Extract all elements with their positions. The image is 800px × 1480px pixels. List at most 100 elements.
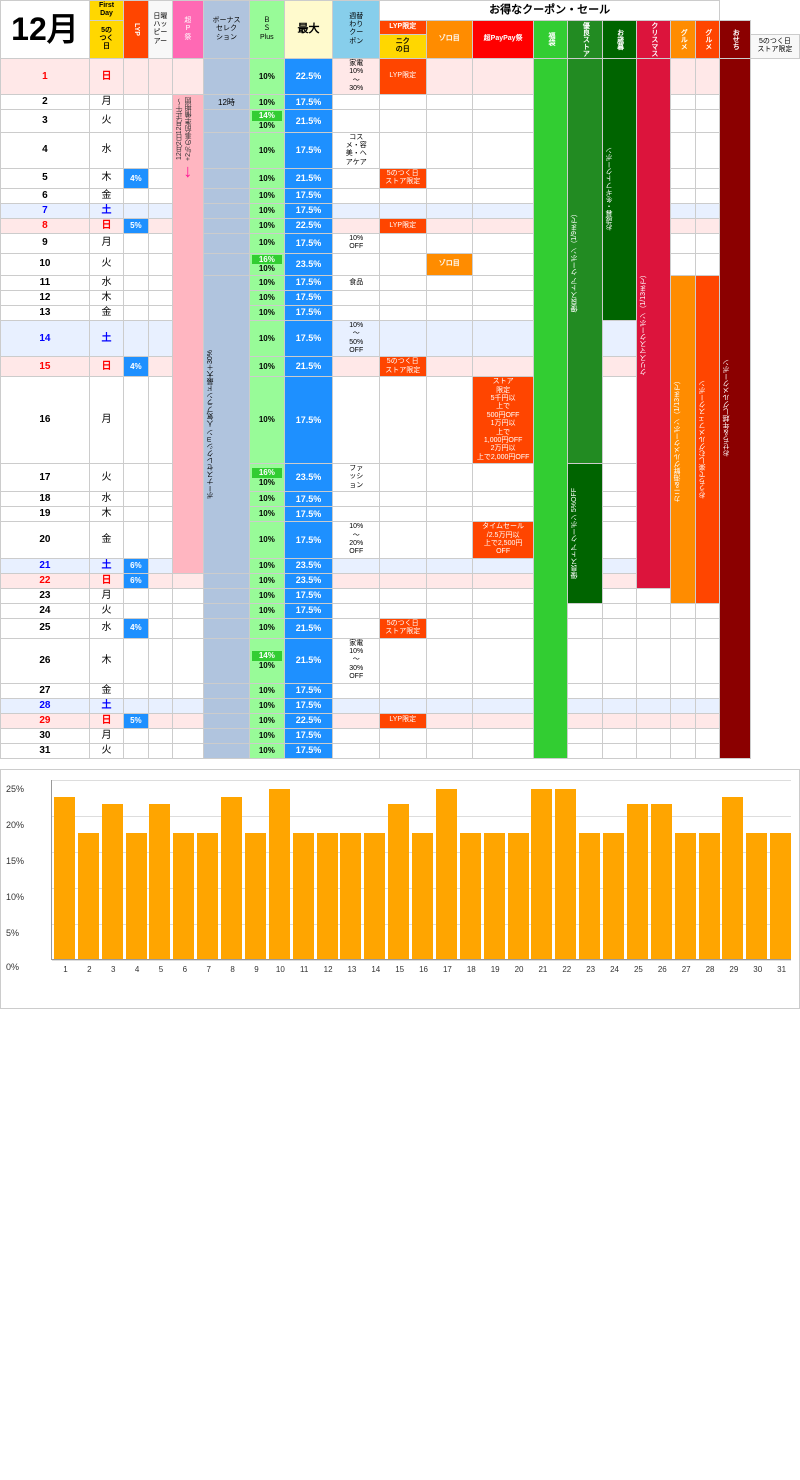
table-row: 5木4%10%21.5%5のつく日 ストア限定 <box>1 169 800 189</box>
day-cell: 19 <box>1 507 90 522</box>
zoro-cell: ゾロ目 <box>426 253 473 275</box>
lyp-cell <box>124 588 148 603</box>
zoro-cell <box>426 305 473 320</box>
youbi-cell: 火 <box>89 464 123 492</box>
christmas-cell: クリスマスクーポン（1/13まで） <box>637 58 671 588</box>
chart-bar <box>531 789 552 958</box>
day-cell: 21 <box>1 558 90 573</box>
superp-cell <box>173 713 204 728</box>
chart-x-label: 21 <box>531 965 554 974</box>
saidai-cell: 17.5% <box>284 743 333 758</box>
okurami-cell: お歳暮・冬ギフトクーポン <box>602 58 636 320</box>
bsplus-cell: 14%10% <box>250 638 284 683</box>
saidai-cell: 17.5% <box>284 698 333 713</box>
day-cell: 12 <box>1 290 90 305</box>
okurami-empty-cell <box>602 713 636 728</box>
gourmet2-empty-cell <box>695 233 719 253</box>
okurami-empty-cell <box>602 377 636 464</box>
lyp-limited-cell <box>379 95 426 110</box>
zoro-cell <box>426 522 473 559</box>
table-row: 30月10%17.5% <box>1 728 800 743</box>
lyp-limited-cell <box>379 305 426 320</box>
lyp-cell: 6% <box>124 558 148 573</box>
weekly-cell <box>333 290 380 305</box>
okurami-empty-cell <box>602 728 636 743</box>
chart-x-label: 12 <box>317 965 340 974</box>
calendar-body: 1日10%22.5%家電 10% 〜 30%LYP限定優良ストア クーポン（1/… <box>1 58 800 758</box>
lyp-limited-cell <box>379 253 426 275</box>
lyp-limited-header: LYP限定 <box>379 20 426 34</box>
youbi-cell: 月 <box>89 588 123 603</box>
lyp-limited-cell <box>379 683 426 698</box>
nichiyou-cell <box>148 203 172 218</box>
chart-bar <box>149 804 170 959</box>
nichiyou-cell <box>148 110 172 132</box>
yuryo-empty-cell <box>568 713 602 728</box>
gourmet-empty-cell2 <box>671 638 695 683</box>
bonus-cell <box>203 203 250 218</box>
saidai-cell: 17.5% <box>284 603 333 618</box>
chart-x-label: 7 <box>197 965 220 974</box>
saidai-cell: 17.5% <box>284 728 333 743</box>
day-cell: 26 <box>1 638 90 683</box>
lyp-limited-cell: LYP限定 <box>379 218 426 233</box>
weekly-cell <box>333 305 380 320</box>
day-cell: 25 <box>1 618 90 638</box>
superpaypay-cell <box>473 169 534 189</box>
gourmet-empty-cell <box>671 188 695 203</box>
youbi-cell: 水 <box>89 492 123 507</box>
lyp-limited-cell: 5のつく日 ストア限定 <box>379 357 426 377</box>
superpaypay-cell <box>473 253 534 275</box>
christmas-empty-cell <box>637 743 671 758</box>
bsplus-cell: 10% <box>250 58 284 95</box>
superpaypay-cell <box>473 290 534 305</box>
saidai-cell: 17.5% <box>284 188 333 203</box>
nichiyou-cell <box>148 377 172 464</box>
youbi-cell: 木 <box>89 507 123 522</box>
superpaypay-cell <box>473 203 534 218</box>
zoro-cell <box>426 603 473 618</box>
nichiyou-cell <box>148 169 172 189</box>
gourmet-header: グルメ <box>671 20 695 58</box>
lyp-cell <box>124 683 148 698</box>
chart-x-label: 14 <box>364 965 387 974</box>
y-label-25: 25% <box>6 784 24 794</box>
chart-bar <box>388 804 409 959</box>
superpaypay-cell <box>473 713 534 728</box>
gourmet2-empty-cell2 <box>695 683 719 698</box>
weekly-cell: 10% OFF <box>333 233 380 253</box>
lyp-cell: 4% <box>124 357 148 377</box>
superpaypay-cell: タイムセール /2.5万円以 上で2,500円 OFF <box>473 522 534 559</box>
yuryo-empty-cell <box>568 698 602 713</box>
chart-x-label: 26 <box>651 965 674 974</box>
y-label-0: 0% <box>6 962 19 972</box>
chart-bar <box>293 833 314 959</box>
bonus-cell <box>203 132 250 169</box>
okurami-empty-cell <box>602 558 636 573</box>
weekly-cell: 食品 <box>333 275 380 290</box>
lyp-limited-cell <box>379 603 426 618</box>
lyp-limited-cell: 5のつく日 ストア限定 <box>379 618 426 638</box>
bsplus-cell: 10% <box>250 588 284 603</box>
saidai-cell: 17.5% <box>284 492 333 507</box>
gourmet-empty-cell2 <box>671 618 695 638</box>
lyp-limited-cell: 5のつく日 ストア限定 <box>379 169 426 189</box>
nichiyou-header: 日曜ハッピーアー <box>148 1 172 59</box>
superpaypay-cell <box>473 492 534 507</box>
yuryo-cell: 優良ストア クーポン（1/9まで） <box>568 58 602 463</box>
chart-bar <box>508 833 529 959</box>
okurami-empty-cell <box>602 588 636 603</box>
zoro-cell <box>426 588 473 603</box>
lyp-cell <box>124 698 148 713</box>
okurami-empty-cell <box>602 618 636 638</box>
bonus-cell <box>203 603 250 618</box>
nichiyou-cell <box>148 573 172 588</box>
bsplus-cell: 10% <box>250 743 284 758</box>
chart-x-label: 9 <box>245 965 268 974</box>
christmas-empty-cell <box>637 588 671 603</box>
chart-x-label: 15 <box>388 965 411 974</box>
weekly-cell <box>333 683 380 698</box>
weekly-cell <box>333 618 380 638</box>
day-cell: 3 <box>1 110 90 132</box>
day-cell: 6 <box>1 188 90 203</box>
